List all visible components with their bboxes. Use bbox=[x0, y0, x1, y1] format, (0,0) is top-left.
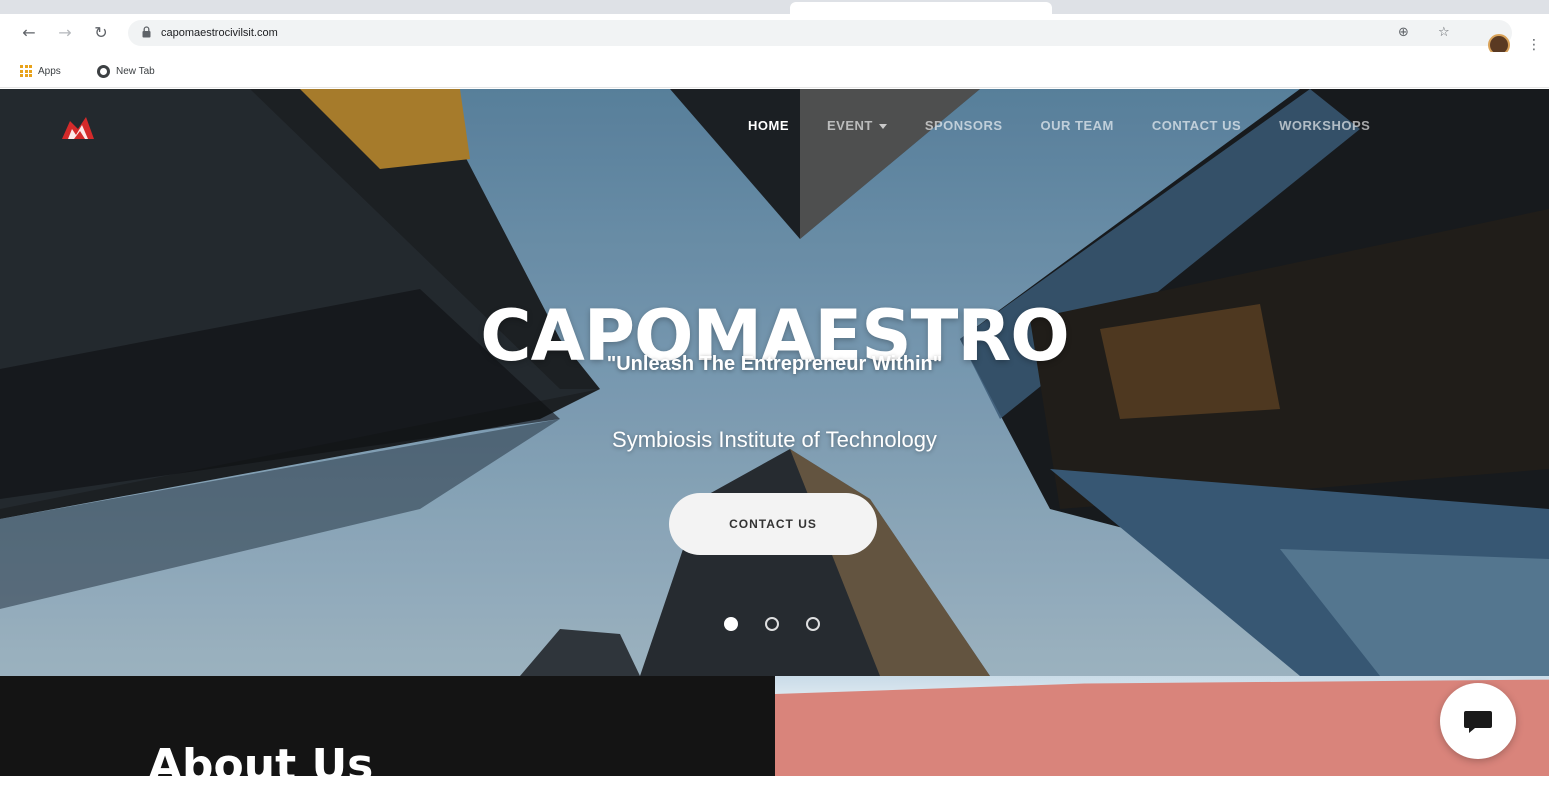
nav-our-team[interactable]: OUR TEAM bbox=[1041, 118, 1114, 133]
lock-icon bbox=[142, 26, 151, 38]
browser-toolbar: ← → ↻ capomaestrocivilsit.com ⊕ ☆ ⋮ bbox=[0, 14, 1549, 56]
nav-event[interactable]: EVENT bbox=[827, 118, 887, 133]
url-text[interactable]: capomaestrocivilsit.com bbox=[161, 26, 278, 40]
about-section: About Us bbox=[0, 676, 775, 791]
carousel-dot-1[interactable] bbox=[724, 617, 738, 631]
bookmarks-bar: Apps New Tab bbox=[0, 52, 1549, 88]
apps-grid-icon bbox=[20, 65, 32, 77]
bookmark-label: New Tab bbox=[116, 65, 155, 77]
bookmark-label: Apps bbox=[38, 65, 61, 77]
bookmark-new-tab[interactable]: New Tab bbox=[97, 63, 155, 79]
nav-event-label: EVENT bbox=[827, 118, 873, 133]
about-image bbox=[775, 676, 1549, 776]
about-image-sky bbox=[775, 676, 1549, 694]
chat-button[interactable] bbox=[1440, 683, 1516, 759]
hero-subtitle: Symbiosis Institute of Technology bbox=[612, 427, 937, 452]
back-arrow-icon[interactable]: ← bbox=[18, 22, 40, 44]
globe-icon bbox=[97, 64, 110, 78]
carousel-indicators bbox=[724, 617, 820, 631]
caret-down-icon bbox=[878, 124, 887, 130]
hero-overlay bbox=[0, 89, 1549, 676]
hero-section: HOME EVENT SPONSORS OUR TEAM CONTACT US … bbox=[0, 89, 1549, 676]
hero-tagline: "Unleash The Entrepreneur Within" bbox=[606, 353, 943, 375]
browser-active-tab[interactable] bbox=[790, 2, 1052, 14]
contact-us-button[interactable]: CONTACT US bbox=[669, 493, 877, 555]
nav-workshops[interactable]: WORKSHOPS bbox=[1279, 118, 1370, 133]
forward-arrow-icon[interactable]: → bbox=[54, 22, 76, 44]
browser-tabstrip bbox=[0, 0, 1549, 14]
bookmark-star-icon[interactable]: ☆ bbox=[1438, 25, 1450, 41]
nav-sponsors[interactable]: SPONSORS bbox=[925, 118, 1003, 133]
translate-icon[interactable]: ⊕ bbox=[1398, 25, 1409, 41]
bookmark-apps[interactable]: Apps bbox=[20, 63, 61, 79]
nav-home[interactable]: HOME bbox=[748, 118, 789, 133]
reload-icon[interactable]: ↻ bbox=[90, 22, 112, 44]
about-heading: About Us bbox=[148, 740, 374, 791]
carousel-dot-2[interactable] bbox=[765, 617, 779, 631]
chat-bubble-icon bbox=[1464, 711, 1492, 733]
nav-contact-us[interactable]: CONTACT US bbox=[1152, 118, 1241, 133]
capomaestro-logo[interactable] bbox=[60, 115, 96, 141]
address-bar[interactable]: capomaestrocivilsit.com ⊕ ☆ bbox=[128, 20, 1512, 46]
carousel-dot-3[interactable] bbox=[806, 617, 820, 631]
site-navigation: HOME EVENT SPONSORS OUR TEAM CONTACT US … bbox=[748, 118, 1408, 133]
